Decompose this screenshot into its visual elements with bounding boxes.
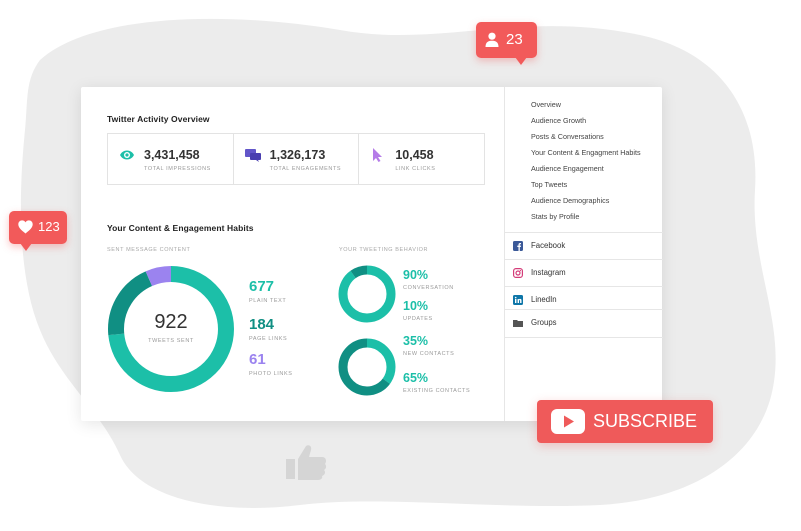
tweets-total: 922 [154, 311, 188, 333]
new-contacts-value: 35% [403, 334, 429, 348]
sidebar-item-overview[interactable]: Overview [531, 97, 641, 113]
conversation-value: 90% [403, 268, 429, 282]
updates-value: 10% [403, 299, 429, 313]
stat-value: 1,326,173 [269, 148, 326, 162]
stat-label: TOTAL IMPRESSIONS [144, 166, 211, 172]
sidebar-item-groups[interactable]: Groups [505, 309, 663, 338]
sidebar: Overview Audience Growth Posts & Convers… [504, 87, 663, 421]
sidebar-item-content-habits[interactable]: Your Content & Engagment Habits [531, 145, 641, 161]
social-label: Groups [531, 318, 557, 327]
followers-badge: 23 [476, 22, 537, 58]
existing-contacts-label: EXISTING CONTACTS [403, 388, 471, 394]
instagram-icon [513, 268, 523, 278]
page-links-label: PAGE LINKS [249, 336, 288, 342]
stat-value: 10,458 [395, 148, 434, 162]
stat-link-clicks: 10,458 LINK CLICKS [359, 134, 484, 184]
overview-title: Twitter Activity Overview [107, 114, 210, 124]
analytics-card: Twitter Activity Overview 3,431,458 TOTA… [81, 87, 663, 421]
likes-badge-tail [20, 243, 32, 251]
main-panel: Twitter Activity Overview 3,431,458 TOTA… [81, 87, 504, 421]
sidebar-item-facebook[interactable]: Facebook [505, 232, 663, 260]
stat-engagements: 1,326,173 TOTAL ENGAGEMENTS [234, 134, 360, 184]
plain-text-value: 677 [249, 278, 275, 295]
page-links-value: 184 [249, 316, 275, 333]
eye-icon [120, 150, 134, 160]
stat-label: LINK CLICKS [395, 166, 436, 172]
followers-badge-tail [515, 57, 527, 65]
sidebar-item-audience-demographics[interactable]: Audience Demographics [531, 193, 641, 209]
likes-count: 123 [38, 219, 60, 234]
tweets-total-label: TWEETS SENT [148, 338, 194, 344]
subscribe-button[interactable]: SUBSCRIBE [537, 400, 713, 443]
social-label: Instagram [531, 268, 566, 277]
facebook-icon [513, 241, 523, 251]
linkedin-icon [513, 295, 523, 305]
sidebar-item-instagram[interactable]: Instagram [505, 259, 663, 287]
plain-text-label: PLAIN TEXT [249, 298, 287, 304]
cursor-icon [373, 148, 383, 162]
stat-label: TOTAL ENGAGEMENTS [269, 166, 342, 172]
conversation-label: CONVERSATION [403, 285, 454, 291]
followers-count: 23 [506, 31, 523, 48]
sent-content-label: SENT MESSAGE CONTENT [107, 247, 191, 253]
likes-badge: 123 [9, 211, 67, 244]
chat-bubbles-icon [244, 149, 261, 162]
existing-contacts-value: 65% [403, 371, 429, 385]
behavior-label: YOUR TWEETING BEHAVIOR [339, 247, 429, 253]
thumbs-up-icon [286, 445, 327, 480]
user-icon [485, 32, 499, 47]
sidebar-item-audience-growth[interactable]: Audience Growth [531, 113, 641, 129]
stat-impressions: 3,431,458 TOTAL IMPRESSIONS [108, 134, 234, 184]
social-label: Facebook [531, 241, 566, 250]
updates-label: UPDATES [403, 316, 433, 322]
stat-value: 3,431,458 [144, 148, 200, 162]
social-label: LinedIn [531, 295, 557, 304]
sidebar-item-audience-engagement[interactable]: Audience Engagement [531, 161, 641, 177]
new-contacts-label: NEW CONTACTS [403, 351, 455, 357]
photo-links-value: 61 [249, 351, 266, 368]
subscribe-label: SUBSCRIBE [593, 411, 698, 431]
sidebar-item-posts-conversations[interactable]: Posts & Conversations [531, 129, 641, 145]
folder-icon [513, 320, 523, 327]
sidebar-nav: Overview Audience Growth Posts & Convers… [531, 97, 641, 225]
conversation-donut [338, 265, 396, 323]
photo-links-label: PHOTO LINKS [249, 371, 293, 377]
sidebar-item-top-tweets[interactable]: Top Tweets [531, 177, 641, 193]
conversation-segment [338, 265, 396, 323]
contacts-donut [338, 338, 396, 396]
heart-icon [18, 220, 33, 234]
habits-title: Your Content & Engagement Habits [107, 223, 254, 233]
play-icon [551, 409, 585, 434]
stats-row: 3,431,458 TOTAL IMPRESSIONS 1,326,173 TO… [107, 133, 485, 185]
sidebar-item-stats-by-profile[interactable]: Stats by Profile [531, 209, 641, 225]
